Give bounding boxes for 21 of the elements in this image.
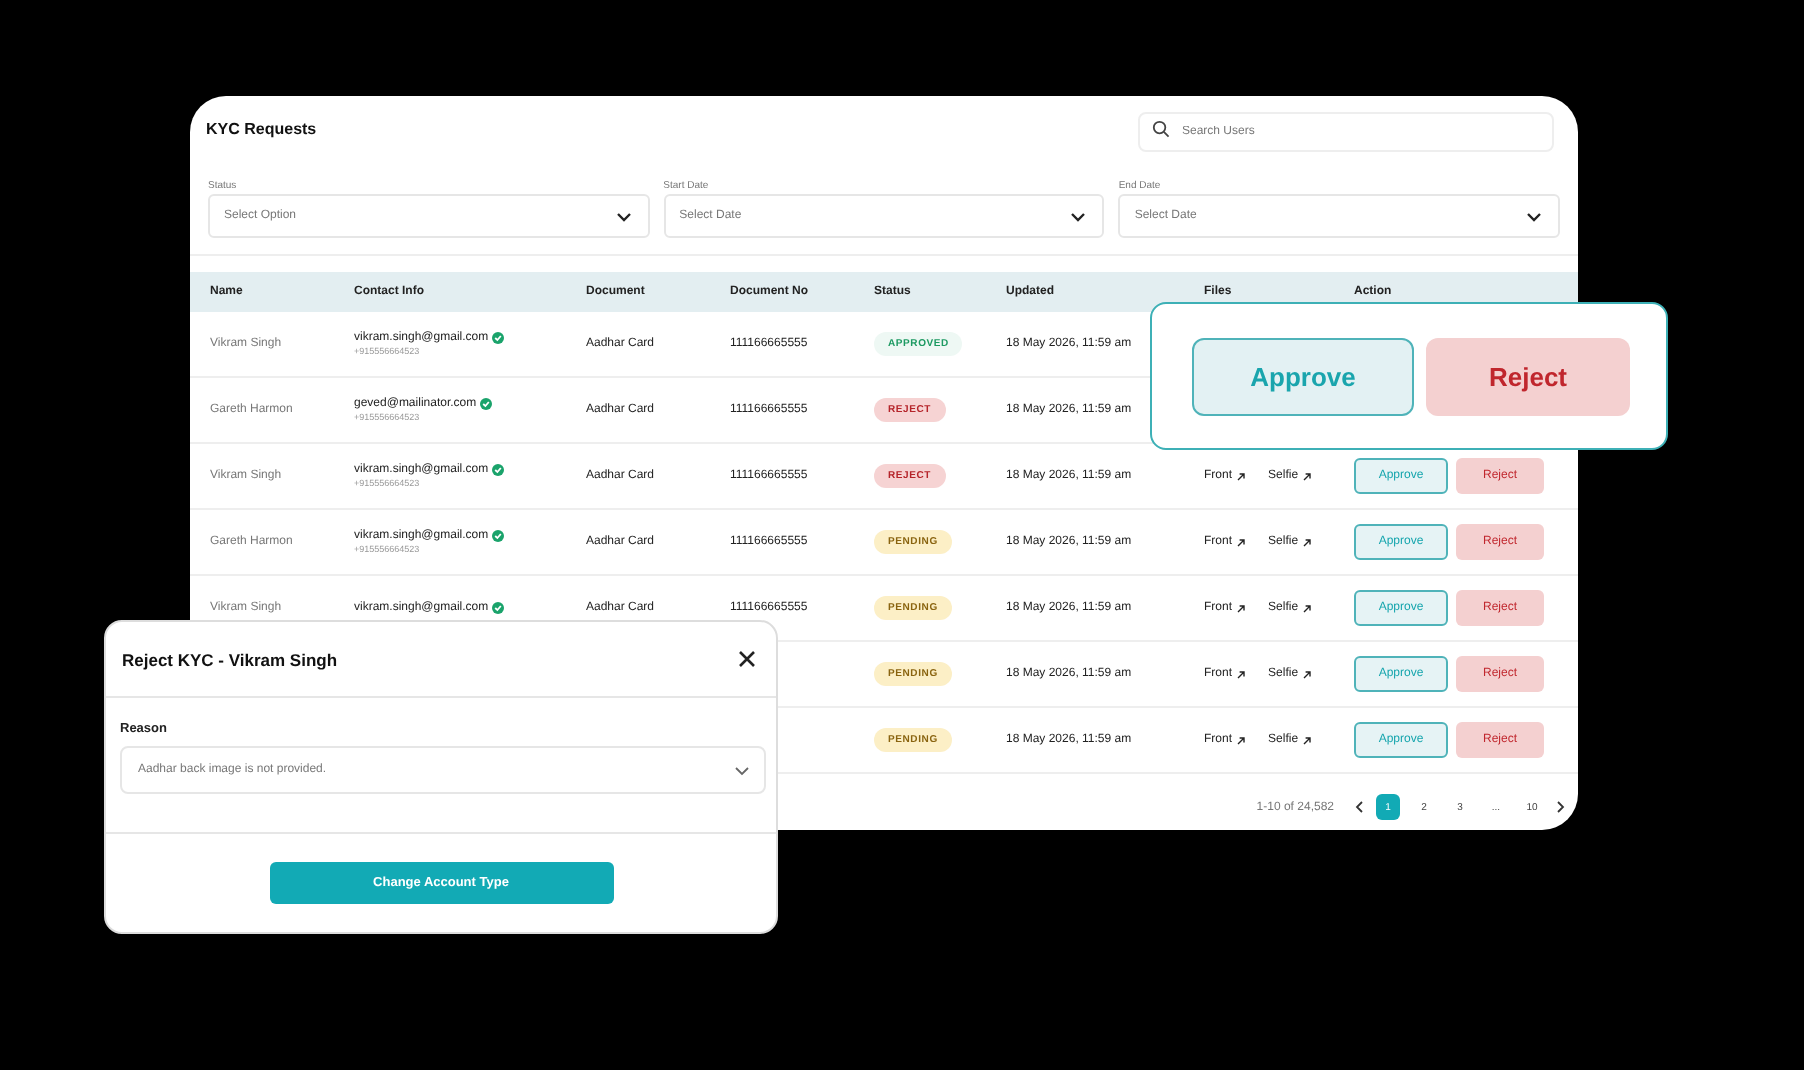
chevron-down-icon <box>615 211 632 221</box>
arrow-icon <box>1236 735 1247 745</box>
chevron-down-icon <box>734 765 750 775</box>
chevron-down-icon <box>1526 211 1543 221</box>
chevron-left-icon[interactable] <box>1354 800 1364 814</box>
page-title: KYC Requests <box>206 119 317 137</box>
close-icon[interactable] <box>738 650 756 668</box>
arrow-icon <box>1236 537 1247 547</box>
chevron-down-icon <box>1070 211 1087 221</box>
reject-button[interactable]: Reject <box>1426 337 1630 415</box>
dialog-title: Reject KYC - Vikram Singh <box>122 649 338 669</box>
arrow-icon <box>1236 603 1247 613</box>
chevron-right-icon[interactable] <box>1556 800 1566 814</box>
arrow-icon <box>1302 669 1313 679</box>
arrow-icon <box>1236 471 1247 481</box>
arrow-icon <box>1236 669 1247 679</box>
arrow-icon <box>1302 537 1313 547</box>
arrow-icon <box>1302 471 1313 481</box>
arrow-icon <box>1302 603 1313 613</box>
approve-button[interactable]: Approve <box>1192 337 1414 415</box>
arrow-icon <box>1302 735 1313 745</box>
